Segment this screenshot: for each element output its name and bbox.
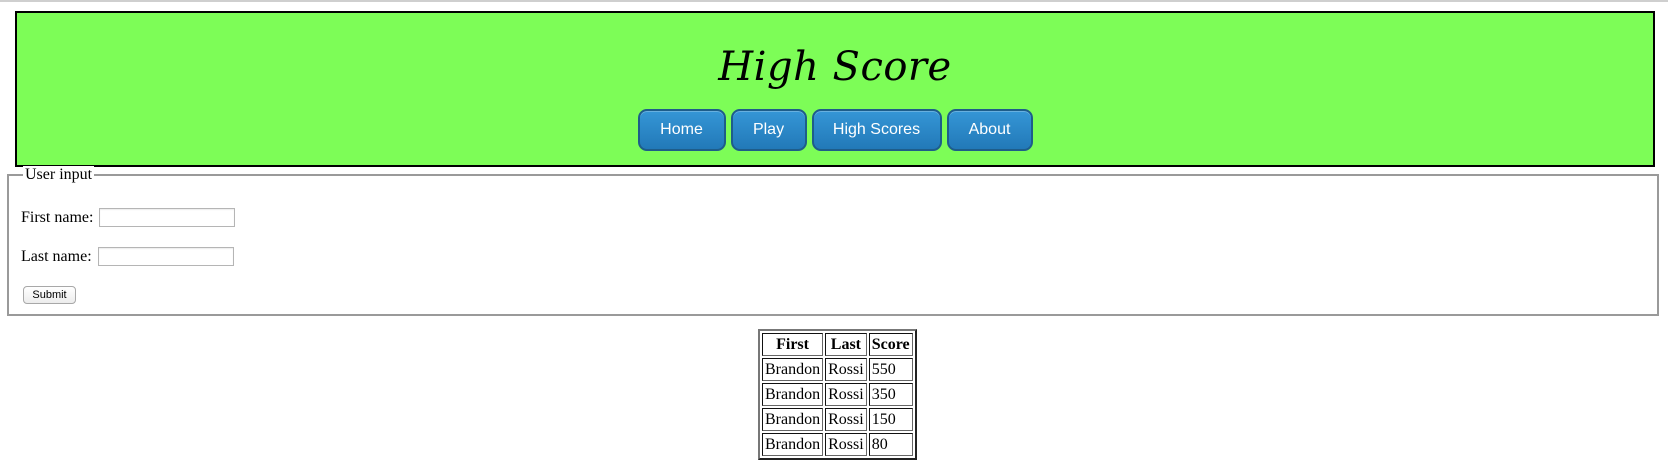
cell-score: 550 [868, 358, 913, 381]
table-row: Brandon Rossi 350 [762, 383, 913, 406]
main-nav: Home Play High Scores About [17, 109, 1653, 151]
table-header-row: First Last Score [762, 333, 913, 356]
nav-play-button[interactable]: Play [730, 109, 807, 151]
table-row: Brandon Rossi 550 [762, 358, 913, 381]
high-scores-table: First Last Score Brandon Rossi 550 Brand… [758, 329, 917, 460]
first-name-label: First name: [21, 208, 94, 226]
cell-score: 80 [868, 433, 913, 456]
submit-button[interactable]: Submit [23, 286, 76, 304]
cell-first: Brandon [762, 408, 824, 431]
column-header-first: First [762, 333, 824, 356]
column-header-last: Last [825, 333, 867, 356]
table-row: Brandon Rossi 150 [762, 408, 913, 431]
page-title: High Score [718, 44, 952, 90]
fieldset-legend: User input [23, 166, 95, 184]
table-row: Brandon Rossi 80 [762, 433, 913, 456]
nav-high-scores-button[interactable]: High Scores [811, 109, 942, 151]
cell-score: 150 [868, 408, 913, 431]
nav-home-button[interactable]: Home [637, 109, 726, 151]
cell-first: Brandon [762, 433, 824, 456]
last-name-input[interactable] [97, 247, 234, 266]
cell-first: Brandon [762, 383, 824, 406]
first-name-input[interactable] [99, 208, 236, 227]
cell-last: Rossi [825, 383, 867, 406]
first-name-row: First name: [21, 208, 236, 227]
column-header-score: Score [868, 333, 913, 356]
cell-score: 350 [868, 383, 913, 406]
cell-last: Rossi [825, 358, 867, 381]
cell-first: Brandon [762, 358, 824, 381]
page-header: High Score Home Play High Scores About [15, 11, 1655, 167]
last-name-label: Last name: [21, 247, 92, 265]
nav-about-button[interactable]: About [946, 109, 1033, 151]
cell-last: Rossi [825, 408, 867, 431]
user-input-fieldset: User input First name: Last name: Submit [7, 166, 1659, 316]
last-name-row: Last name: [21, 247, 234, 266]
browser-top-border [0, 0, 1668, 2]
cell-last: Rossi [825, 433, 867, 456]
